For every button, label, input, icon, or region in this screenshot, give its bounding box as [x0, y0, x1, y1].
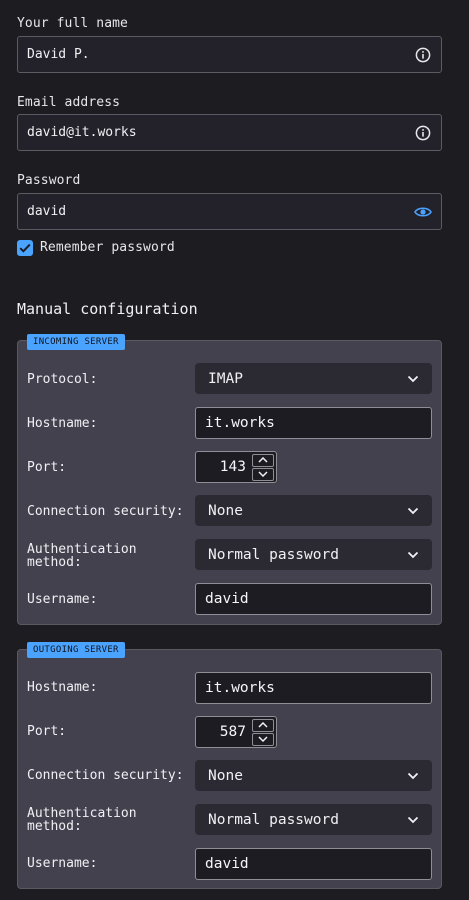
eye-icon[interactable]: [414, 203, 432, 221]
chevron-down-icon: [258, 736, 268, 742]
incoming-hostname-input[interactable]: it.works: [195, 407, 432, 439]
incoming-username-label: Username:: [27, 592, 98, 607]
password-value: david: [27, 204, 67, 219]
outgoing-port-stepper[interactable]: 587: [195, 716, 277, 748]
port-decrement-button[interactable]: [252, 732, 274, 746]
chevron-up-icon: [258, 457, 268, 463]
chevron-down-icon: [407, 551, 419, 558]
outgoing-username-input[interactable]: david: [195, 848, 432, 880]
protocol-select[interactable]: IMAP: [195, 363, 432, 394]
outgoing-port-label: Port:: [27, 724, 67, 739]
port-decrement-button[interactable]: [252, 467, 274, 481]
outgoing-server-badge: OUTGOING SERVER: [27, 642, 125, 658]
outgoing-security-select[interactable]: None: [195, 760, 432, 791]
chevron-down-icon: [407, 772, 419, 779]
password-label: Password: [17, 173, 81, 188]
port-increment-button[interactable]: [252, 453, 274, 467]
email-label: Email address: [17, 95, 121, 110]
info-icon[interactable]: [414, 46, 432, 64]
incoming-username-value: david: [205, 591, 249, 607]
password-field[interactable]: david: [17, 193, 442, 230]
protocol-label: Protocol:: [27, 372, 98, 387]
remember-password-label[interactable]: Remember password: [40, 240, 175, 255]
chevron-up-icon: [258, 722, 268, 728]
chevron-down-icon: [407, 816, 419, 823]
outgoing-hostname-input[interactable]: it.works: [195, 672, 432, 704]
outgoing-username-value: david: [205, 856, 249, 872]
incoming-port-stepper[interactable]: 143: [195, 451, 277, 483]
chevron-down-icon: [407, 507, 419, 514]
outgoing-security-value: None: [208, 767, 243, 784]
chevron-down-icon: [407, 375, 419, 382]
protocol-value: IMAP: [208, 370, 243, 387]
full-name-label: Your full name: [17, 16, 128, 31]
incoming-port-value: 143: [219, 459, 246, 475]
incoming-security-value: None: [208, 502, 243, 519]
manual-configuration-title: Manual configuration: [17, 300, 198, 318]
incoming-security-label: Connection security:: [27, 504, 184, 519]
email-value: david@it.works: [27, 125, 137, 140]
incoming-server-badge: INCOMING SERVER: [27, 334, 125, 350]
incoming-username-input[interactable]: david: [195, 583, 432, 615]
incoming-auth-value: Normal password: [208, 546, 339, 563]
email-field[interactable]: david@it.works: [17, 114, 442, 151]
outgoing-auth-label-line2: method:: [27, 819, 82, 834]
outgoing-security-label: Connection security:: [27, 768, 184, 783]
outgoing-port-value: 587: [219, 724, 246, 740]
chevron-down-icon: [258, 471, 268, 477]
port-increment-button[interactable]: [252, 718, 274, 732]
full-name-field[interactable]: David P.: [17, 36, 442, 73]
outgoing-hostname-label: Hostname:: [27, 680, 98, 695]
incoming-port-label: Port:: [27, 460, 67, 475]
info-icon[interactable]: [414, 124, 432, 142]
incoming-auth-label-line2: method:: [27, 555, 82, 570]
incoming-hostname-label: Hostname:: [27, 416, 98, 431]
incoming-auth-select[interactable]: Normal password: [195, 539, 432, 570]
outgoing-hostname-value: it.works: [205, 680, 275, 696]
outgoing-username-label: Username:: [27, 856, 98, 871]
incoming-hostname-value: it.works: [205, 415, 275, 431]
outgoing-auth-select[interactable]: Normal password: [195, 804, 432, 835]
outgoing-auth-value: Normal password: [208, 811, 339, 828]
incoming-security-select[interactable]: None: [195, 495, 432, 526]
check-icon: [19, 243, 31, 253]
full-name-value: David P.: [27, 47, 90, 62]
remember-password-checkbox[interactable]: [17, 240, 33, 256]
